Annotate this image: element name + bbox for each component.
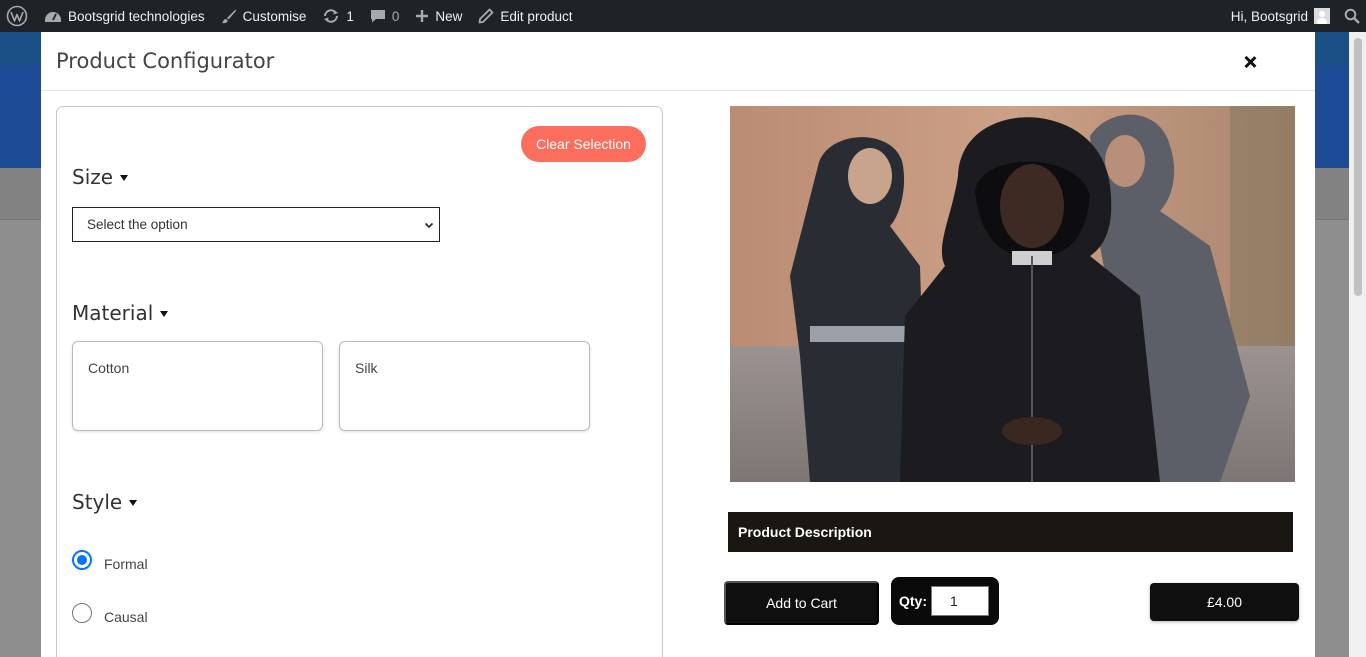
site-name-link[interactable]: Bootsgrid technologies <box>36 0 213 32</box>
material-option-label: Silk <box>355 360 378 376</box>
configurator-panel: Clear Selection Size Select the option M… <box>56 106 663 657</box>
new-label: New <box>435 8 463 24</box>
caret-down-icon <box>129 500 138 506</box>
price-display: £4.00 <box>1150 583 1299 621</box>
causal-radio[interactable] <box>72 603 92 623</box>
size-select[interactable]: Select the option <box>72 207 440 242</box>
style-option-label: Formal <box>104 556 148 572</box>
quantity-input[interactable]: 1 <box>931 586 989 616</box>
pencil-icon <box>479 8 494 24</box>
style-option-label: Causal <box>104 609 148 625</box>
material-option-label: Cotton <box>88 360 130 376</box>
comments-link[interactable]: 0 <box>362 0 408 32</box>
style-title: Style <box>72 490 123 514</box>
dashboard-icon <box>45 12 61 22</box>
modal-header: Product Configurator <box>41 32 1315 91</box>
new-content-link[interactable]: New <box>407 0 470 32</box>
site-name-label: Bootsgrid technologies <box>68 8 205 24</box>
comments-count: 0 <box>391 8 400 24</box>
page-scrollbar[interactable] <box>1349 32 1366 657</box>
plus-icon <box>416 10 429 22</box>
wp-admin-bar: Bootsgrid technologies Customise 1 0 New <box>0 0 1366 32</box>
wordpress-logo-icon[interactable] <box>0 0 36 32</box>
add-to-cart-button[interactable]: Add to Cart <box>724 581 879 625</box>
close-icon[interactable] <box>1242 54 1258 70</box>
quantity-value: 1 <box>950 593 958 609</box>
greeting-label: Hi, Bootsgrid <box>1230 8 1308 24</box>
comment-icon <box>370 10 385 23</box>
qty-label: Qty: <box>899 593 927 609</box>
size-select-value: Select the option <box>87 217 188 232</box>
product-image <box>730 106 1295 482</box>
scrollbar-thumb[interactable] <box>1354 38 1362 296</box>
clear-selection-button[interactable]: Clear Selection <box>521 126 646 162</box>
updates-count: 1 <box>346 8 354 24</box>
size-section-toggle[interactable]: Size <box>72 165 129 189</box>
avatar <box>1314 8 1330 24</box>
material-section-toggle[interactable]: Material <box>72 301 169 325</box>
product-description-toggle[interactable]: Product Description <box>728 512 1293 552</box>
size-title: Size <box>72 165 114 189</box>
caret-down-icon <box>120 175 129 181</box>
style-section-toggle[interactable]: Style <box>72 490 138 514</box>
search-icon[interactable] <box>1336 0 1366 32</box>
formal-radio[interactable] <box>72 550 92 570</box>
caret-down-icon <box>160 311 169 317</box>
customise-label: Customise <box>242 8 307 24</box>
brush-icon <box>221 9 236 24</box>
quantity-box: Qty: 1 <box>891 577 999 625</box>
chevron-down-icon <box>424 222 434 229</box>
edit-product-label: Edit product <box>500 8 573 24</box>
style-option-formal[interactable]: Formal <box>72 548 148 572</box>
style-option-causal[interactable]: Causal <box>72 601 148 625</box>
material-option-cotton[interactable]: Cotton <box>72 341 323 431</box>
product-configurator-modal: Product Configurator Clear Selection Siz… <box>41 32 1315 657</box>
updates-link[interactable]: 1 <box>314 0 362 32</box>
price-value: £4.00 <box>1206 594 1243 610</box>
material-title: Material <box>72 301 154 325</box>
product-description-label: Product Description <box>738 524 872 540</box>
edit-product-link[interactable]: Edit product <box>470 0 580 32</box>
material-option-silk[interactable]: Silk <box>339 341 590 431</box>
customise-link[interactable]: Customise <box>213 0 315 32</box>
modal-title: Product Configurator <box>56 49 275 73</box>
my-account-link[interactable]: Hi, Bootsgrid <box>1223 0 1336 32</box>
updates-icon <box>324 9 339 23</box>
